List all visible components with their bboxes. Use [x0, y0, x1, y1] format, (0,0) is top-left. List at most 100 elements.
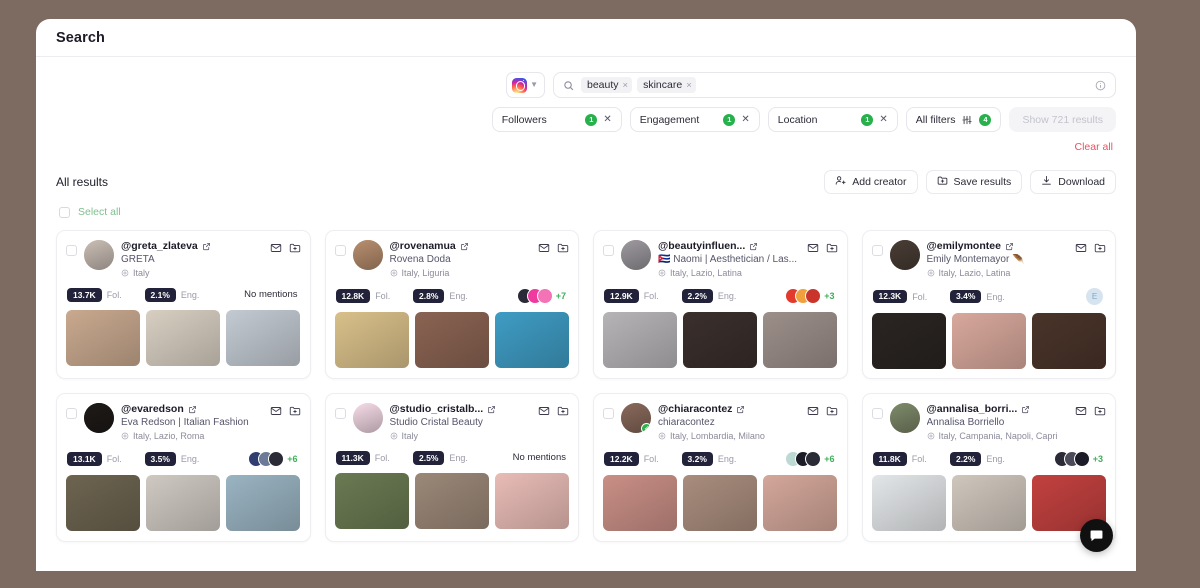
remove-filter-icon[interactable]: ✕	[879, 114, 887, 125]
remove-filter-icon[interactable]: ✕	[741, 114, 749, 125]
add-creator-button[interactable]: Add creator	[824, 170, 918, 194]
creator-select-checkbox[interactable]	[334, 245, 346, 256]
creator-select-checkbox[interactable]	[603, 245, 614, 256]
add-to-folder-icon[interactable]	[826, 405, 838, 417]
email-icon[interactable]	[538, 405, 550, 417]
creator-card[interactable]: @beautyinfluen... 🇨🇺 Naomi | Aesthetician…	[593, 230, 848, 379]
external-link-icon[interactable]	[1005, 242, 1014, 251]
external-link-icon[interactable]	[460, 242, 469, 251]
select-all-row[interactable]: Select all	[36, 194, 1136, 218]
mention-avatar-stack[interactable]	[785, 451, 822, 467]
email-icon[interactable]	[1075, 242, 1087, 254]
creator-card[interactable]: @emilymontee Emily Montemayor 🪶 Italy, Laz…	[861, 230, 1116, 379]
remove-tag-icon[interactable]: ×	[686, 80, 692, 91]
creator-handle[interactable]: @studio_cristalb...	[390, 403, 484, 415]
creator-card[interactable]: @annalisa_borri... Annalisa Borriello Ital…	[861, 393, 1116, 542]
select-all-checkbox[interactable]	[59, 206, 70, 218]
show-results-button[interactable]: Show 721 results	[1009, 107, 1116, 132]
post-thumbnail[interactable]	[603, 475, 678, 531]
add-to-folder-icon[interactable]	[289, 242, 301, 254]
add-to-folder-icon[interactable]	[557, 242, 569, 254]
post-thumbnail[interactable]	[763, 312, 838, 368]
creator-handle[interactable]: @chiaracontez	[658, 403, 732, 415]
mention-avatar-stack[interactable]	[516, 288, 553, 304]
add-to-folder-icon[interactable]	[1094, 405, 1106, 417]
creator-card[interactable]: @studio_cristalb... Studio Cristal Beauty…	[324, 393, 579, 542]
creator-handle[interactable]: @rovenamua	[390, 240, 456, 252]
add-to-folder-icon[interactable]	[826, 242, 838, 254]
filter-chip-location[interactable]: Location 1 ✕	[767, 107, 898, 132]
post-thumbnail[interactable]	[683, 475, 758, 531]
creator-select-checkbox[interactable]	[871, 245, 883, 256]
external-link-icon[interactable]	[487, 405, 496, 414]
post-thumbnail[interactable]	[871, 313, 946, 369]
filter-chip-engagement[interactable]: Engagement 1 ✕	[629, 107, 760, 132]
creator-select-checkbox[interactable]	[66, 408, 77, 419]
add-to-folder-icon[interactable]	[1094, 242, 1106, 254]
followers-label: Fol.	[912, 291, 928, 302]
external-link-icon[interactable]	[736, 405, 745, 414]
email-icon[interactable]	[538, 242, 550, 254]
mention-avatar-stack[interactable]	[248, 451, 285, 467]
post-thumbnail[interactable]	[226, 309, 301, 366]
all-filters-chip[interactable]: All filters 4	[905, 107, 1002, 132]
post-thumbnail[interactable]	[414, 472, 489, 529]
creator-select-checkbox[interactable]	[66, 245, 77, 256]
external-link-icon[interactable]	[188, 405, 197, 414]
creator-handle[interactable]: @evaredson	[121, 403, 184, 415]
add-to-folder-icon[interactable]	[289, 405, 301, 417]
save-results-button[interactable]: Save results	[925, 170, 1023, 194]
mention-avatar-stack[interactable]	[1053, 451, 1090, 467]
creator-select-checkbox[interactable]	[603, 408, 614, 419]
chat-widget-button[interactable]	[1080, 519, 1113, 552]
post-thumbnail[interactable]	[951, 475, 1026, 531]
search-input[interactable]: beauty × skincare ×	[553, 72, 1116, 98]
external-link-icon[interactable]	[1021, 405, 1030, 414]
creator-card[interactable]: @evaredson Eva Redson | Italian Fashion It…	[56, 393, 311, 542]
post-thumbnail[interactable]	[334, 312, 409, 368]
email-icon[interactable]	[807, 405, 819, 417]
mention-avatar-stack[interactable]	[785, 288, 822, 304]
post-thumbnail[interactable]	[1031, 313, 1106, 369]
email-icon[interactable]	[270, 242, 282, 254]
email-icon[interactable]	[270, 405, 282, 417]
info-circle-icon[interactable]	[1095, 80, 1106, 91]
creator-card[interactable]: ✓ @chiaracontez chiaracontez Italy, Lombard…	[593, 393, 848, 542]
filter-chip-followers[interactable]: Followers 1 ✕	[491, 107, 622, 132]
post-thumbnail[interactable]	[494, 472, 569, 529]
creator-handle[interactable]: @emilymontee	[927, 240, 1001, 252]
creator-handle[interactable]: @beautyinfluen...	[658, 240, 745, 252]
clear-all-button[interactable]: Clear all	[1074, 141, 1113, 153]
post-thumbnail[interactable]	[494, 312, 569, 368]
creator-card[interactable]: @rovenamua Rovena Doda Italy, Liguria 12.8K…	[324, 230, 579, 379]
creator-select-checkbox[interactable]	[871, 408, 883, 419]
creator-handle[interactable]: @annalisa_borri...	[927, 403, 1018, 415]
search-tag[interactable]: skincare ×	[637, 77, 696, 93]
post-thumbnail[interactable]	[763, 475, 838, 531]
email-icon[interactable]	[1075, 405, 1087, 417]
download-button[interactable]: Download	[1030, 170, 1116, 194]
add-to-folder-icon[interactable]	[557, 405, 569, 417]
post-thumbnail[interactable]	[871, 475, 946, 531]
post-thumbnail[interactable]	[334, 472, 409, 529]
results-actions: Add creator Save results Download	[824, 170, 1116, 194]
post-thumbnail[interactable]	[66, 475, 141, 531]
email-icon[interactable]	[807, 242, 819, 254]
post-thumbnail[interactable]	[146, 475, 221, 531]
post-thumbnail[interactable]	[226, 475, 301, 531]
post-thumbnail[interactable]	[683, 312, 758, 368]
remove-tag-icon[interactable]: ×	[623, 80, 629, 91]
remove-filter-icon[interactable]: ✕	[603, 114, 611, 125]
post-thumbnail[interactable]	[951, 313, 1026, 369]
platform-select[interactable]: ▼	[506, 72, 545, 98]
post-thumbnail[interactable]	[414, 312, 489, 368]
post-thumbnail[interactable]	[603, 312, 678, 368]
creator-handle[interactable]: @greta_zlateva	[121, 240, 198, 252]
creator-card[interactable]: @greta_zlateva GRETA Italy 13.7K Fol. 2.1% Eng…	[56, 230, 311, 379]
external-link-icon[interactable]	[202, 242, 211, 251]
creator-select-checkbox[interactable]	[334, 408, 346, 419]
external-link-icon[interactable]	[749, 242, 758, 251]
search-tag[interactable]: beauty ×	[581, 77, 633, 93]
post-thumbnail[interactable]	[146, 309, 221, 366]
post-thumbnail[interactable]	[66, 309, 141, 366]
